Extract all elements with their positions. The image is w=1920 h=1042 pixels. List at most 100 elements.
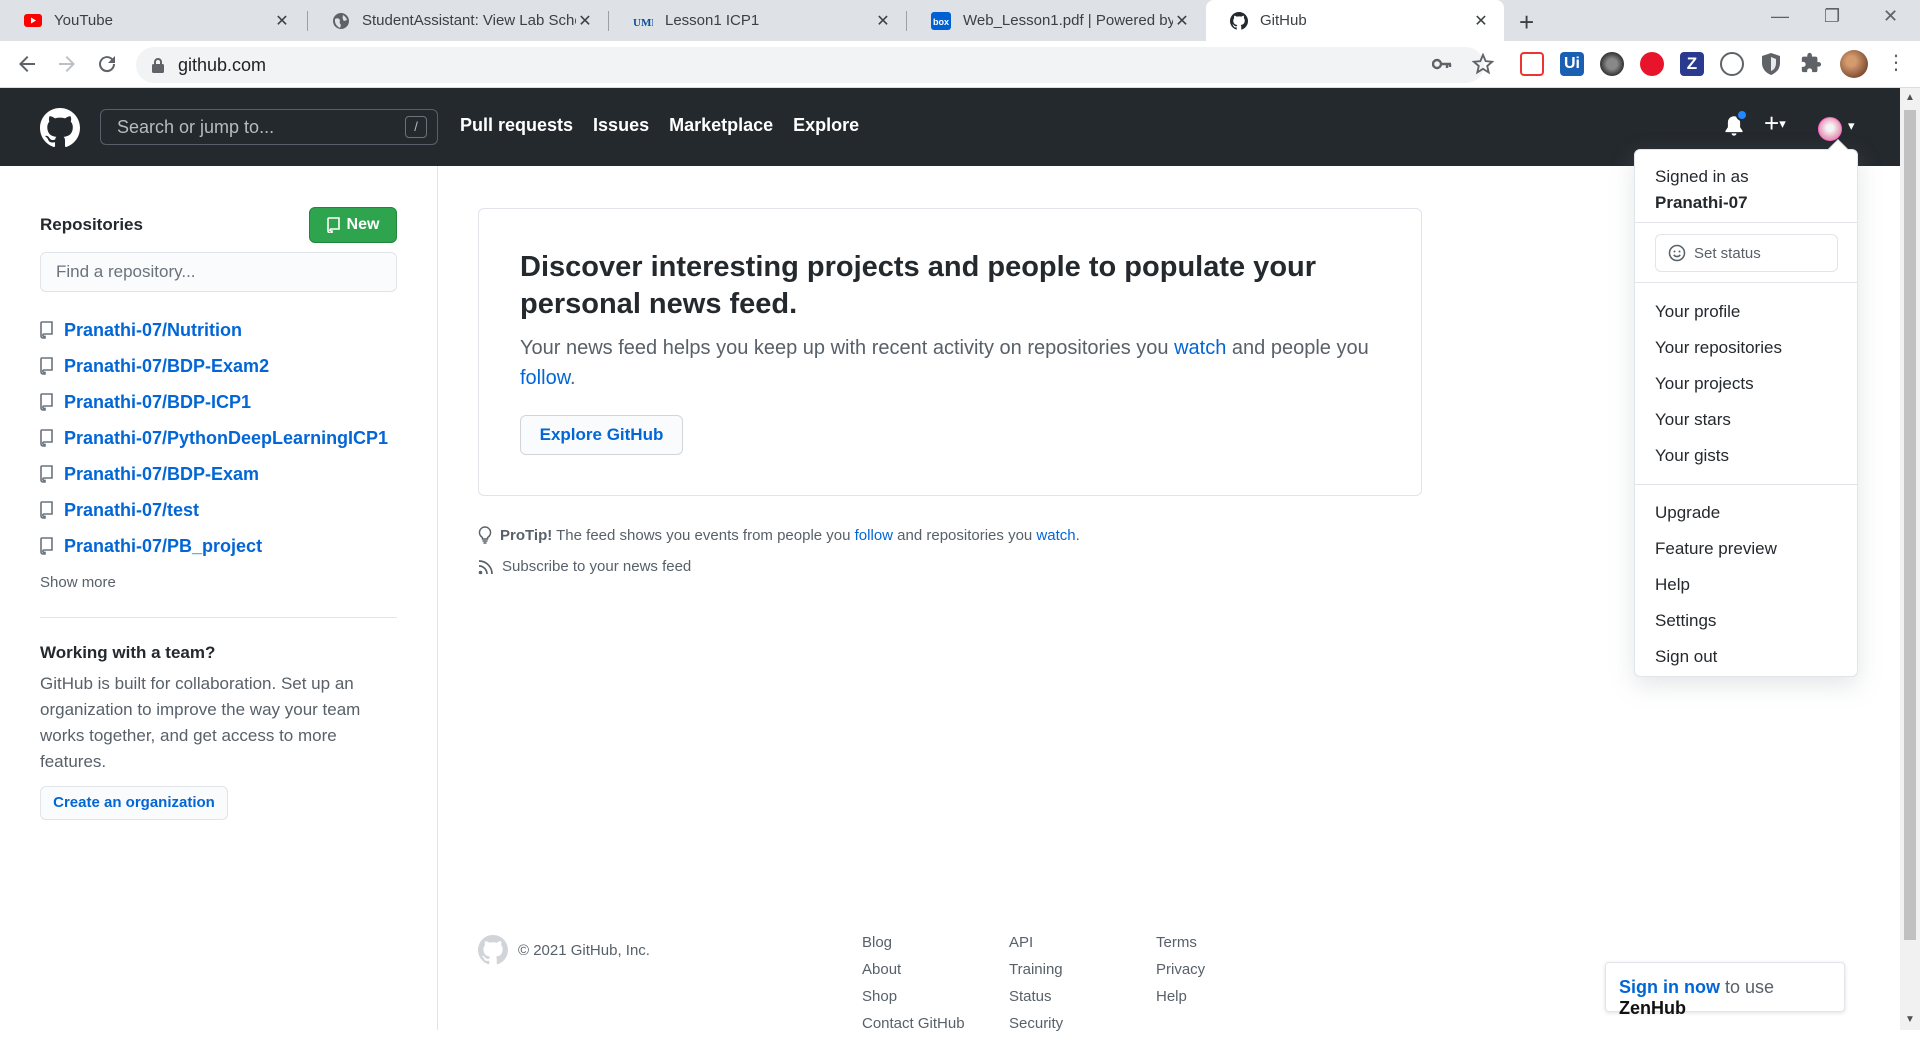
- avatar-caret-icon[interactable]: ▾: [1848, 118, 1855, 134]
- list-item[interactable]: Pranathi-07/Nutrition: [40, 312, 388, 348]
- list-item[interactable]: Pranathi-07/PythonDeepLearningICP1: [40, 420, 388, 456]
- footer-link-shop[interactable]: Shop: [862, 988, 965, 1015]
- minimize-button[interactable]: —: [1771, 6, 1789, 27]
- follow-link[interactable]: follow: [520, 367, 570, 389]
- profile-avatar[interactable]: [1840, 50, 1868, 78]
- menu-item-your-gists[interactable]: Your gists: [1655, 446, 1729, 466]
- repo-link[interactable]: Pranathi-07/PythonDeepLearningICP1: [64, 428, 388, 449]
- avatar[interactable]: [1818, 117, 1842, 141]
- footer-link-help[interactable]: Help: [1156, 988, 1205, 1015]
- create-new-plus-icon[interactable]: +▾: [1764, 108, 1786, 139]
- menu-item-your-projects[interactable]: Your projects: [1655, 374, 1754, 394]
- new-repo-button[interactable]: New: [309, 207, 397, 243]
- repo-link[interactable]: Pranathi-07/BDP-Exam2: [64, 356, 269, 377]
- tab-youtube[interactable]: YouTube ✕: [0, 0, 305, 41]
- scroll-up-arrow-icon[interactable]: ▲: [1905, 92, 1915, 103]
- repo-icon: [40, 321, 54, 339]
- code-extension-icon[interactable]: [1720, 52, 1744, 76]
- nav-marketplace[interactable]: Marketplace: [669, 115, 773, 136]
- footer-link-contact[interactable]: Contact GitHub: [862, 1015, 965, 1042]
- repo-link[interactable]: Pranathi-07/BDP-ICP1: [64, 392, 251, 413]
- footer-link-api[interactable]: API: [1009, 934, 1063, 961]
- close-icon[interactable]: ✕: [874, 11, 892, 31]
- nav-explore[interactable]: Explore: [793, 115, 859, 136]
- menu-item-settings[interactable]: Settings: [1655, 611, 1716, 631]
- puzzle-extensions-icon[interactable]: [1800, 52, 1824, 76]
- list-item[interactable]: Pranathi-07/PB_project: [40, 528, 388, 564]
- find-repository-input[interactable]: Find a repository...: [40, 252, 397, 292]
- tab-github[interactable]: GitHub ✕: [1206, 0, 1504, 41]
- menu-item-help[interactable]: Help: [1655, 575, 1690, 595]
- scroll-down-arrow-icon[interactable]: ▼: [1905, 1014, 1915, 1025]
- dropdown-divider: [1635, 222, 1857, 223]
- menu-item-your-repositories[interactable]: Your repositories: [1655, 338, 1782, 358]
- search-input[interactable]: Search or jump to... /: [100, 109, 438, 145]
- username[interactable]: Pranathi-07: [1655, 190, 1749, 216]
- subscribe-label: Subscribe to your news feed: [502, 558, 692, 575]
- protip-watch-link[interactable]: watch: [1036, 527, 1075, 544]
- bookmark-star-icon[interactable]: [1472, 53, 1494, 75]
- scrollbar-thumb[interactable]: [1904, 110, 1916, 940]
- subscribe-link[interactable]: Subscribe to your news feed: [478, 558, 691, 575]
- footer-link-status[interactable]: Status: [1009, 988, 1063, 1015]
- sidebar-divider: [40, 617, 397, 618]
- key-icon[interactable]: [1432, 57, 1452, 71]
- tab-web-lesson-pdf[interactable]: box Web_Lesson1.pdf | Powered by B ✕: [907, 0, 1205, 41]
- repo-link[interactable]: Pranathi-07/PB_project: [64, 536, 262, 557]
- repo-link[interactable]: Pranathi-07/BDP-Exam: [64, 464, 259, 485]
- close-icon[interactable]: ✕: [1173, 11, 1191, 31]
- show-more-link[interactable]: Show more: [40, 574, 116, 591]
- footer-column-2: API Training Status Security: [1009, 934, 1063, 1042]
- zenhub-signin-banner[interactable]: Sign in now to use ZenHub: [1605, 962, 1845, 1018]
- explore-github-button[interactable]: Explore GitHub: [520, 415, 683, 455]
- pocket-extension-icon[interactable]: [1520, 52, 1544, 76]
- footer-link-about[interactable]: About: [862, 961, 965, 988]
- close-icon[interactable]: ✕: [576, 11, 594, 31]
- tab-lesson1[interactable]: UMKC Lesson1 ICP1 ✕: [609, 0, 906, 41]
- list-item[interactable]: Pranathi-07/BDP-Exam2: [40, 348, 388, 384]
- repo-link[interactable]: Pranathi-07/test: [64, 500, 199, 521]
- list-item[interactable]: Pranathi-07/test: [40, 492, 388, 528]
- back-arrow-icon[interactable]: [15, 52, 39, 76]
- protip-follow-link[interactable]: follow: [855, 527, 893, 544]
- shield-extension-icon[interactable]: [1760, 52, 1784, 76]
- menu-item-sign-out[interactable]: Sign out: [1655, 647, 1717, 667]
- nav-pull-requests[interactable]: Pull requests: [460, 115, 573, 136]
- lock-icon: [152, 57, 164, 73]
- page-scrollbar[interactable]: ▲ ▼: [1900, 88, 1920, 1030]
- menu-item-upgrade[interactable]: Upgrade: [1655, 503, 1720, 523]
- dark-extension-icon[interactable]: [1600, 52, 1624, 76]
- footer-link-training[interactable]: Training: [1009, 961, 1063, 988]
- list-item[interactable]: Pranathi-07/BDP-ICP1: [40, 384, 388, 420]
- close-icon[interactable]: ✕: [273, 11, 291, 31]
- ui-extension-icon[interactable]: Ui: [1560, 52, 1584, 76]
- github-logo-icon[interactable]: [40, 108, 80, 148]
- nav-issues[interactable]: Issues: [593, 115, 649, 136]
- list-item[interactable]: Pranathi-07/BDP-Exam: [40, 456, 388, 492]
- new-tab-button[interactable]: +: [1519, 7, 1534, 38]
- opera-extension-icon[interactable]: [1640, 52, 1664, 76]
- forward-arrow-icon[interactable]: [55, 52, 79, 76]
- menu-item-feature-preview[interactable]: Feature preview: [1655, 539, 1777, 559]
- set-status-button[interactable]: Set status: [1655, 234, 1838, 272]
- zotero-extension-icon[interactable]: Z: [1680, 52, 1704, 76]
- menu-item-your-stars[interactable]: Your stars: [1655, 410, 1731, 430]
- tab-student-assistant[interactable]: StudentAssistant: View Lab Sche ✕: [308, 0, 608, 41]
- svg-text:box: box: [933, 17, 949, 27]
- watch-link[interactable]: watch: [1174, 337, 1226, 359]
- signed-in-info: Signed in as Pranathi-07: [1655, 164, 1749, 216]
- url-bar[interactable]: github.com: [136, 47, 1484, 83]
- footer-link-security[interactable]: Security: [1009, 1015, 1063, 1042]
- close-icon[interactable]: ✕: [1472, 11, 1490, 31]
- footer-link-privacy[interactable]: Privacy: [1156, 961, 1205, 988]
- maximize-button[interactable]: ❐: [1824, 6, 1840, 27]
- browser-menu-icon[interactable]: ⋮: [1886, 52, 1906, 76]
- repo-link[interactable]: Pranathi-07/Nutrition: [64, 320, 242, 341]
- create-organization-button[interactable]: Create an organization: [40, 786, 228, 820]
- reload-icon[interactable]: [95, 52, 119, 76]
- footer-link-terms[interactable]: Terms: [1156, 934, 1205, 961]
- window-close-button[interactable]: ✕: [1883, 6, 1898, 27]
- footer-link-blog[interactable]: Blog: [862, 934, 965, 961]
- zenhub-signin-link[interactable]: Sign in now: [1619, 977, 1720, 997]
- menu-item-your-profile[interactable]: Your profile: [1655, 302, 1740, 322]
